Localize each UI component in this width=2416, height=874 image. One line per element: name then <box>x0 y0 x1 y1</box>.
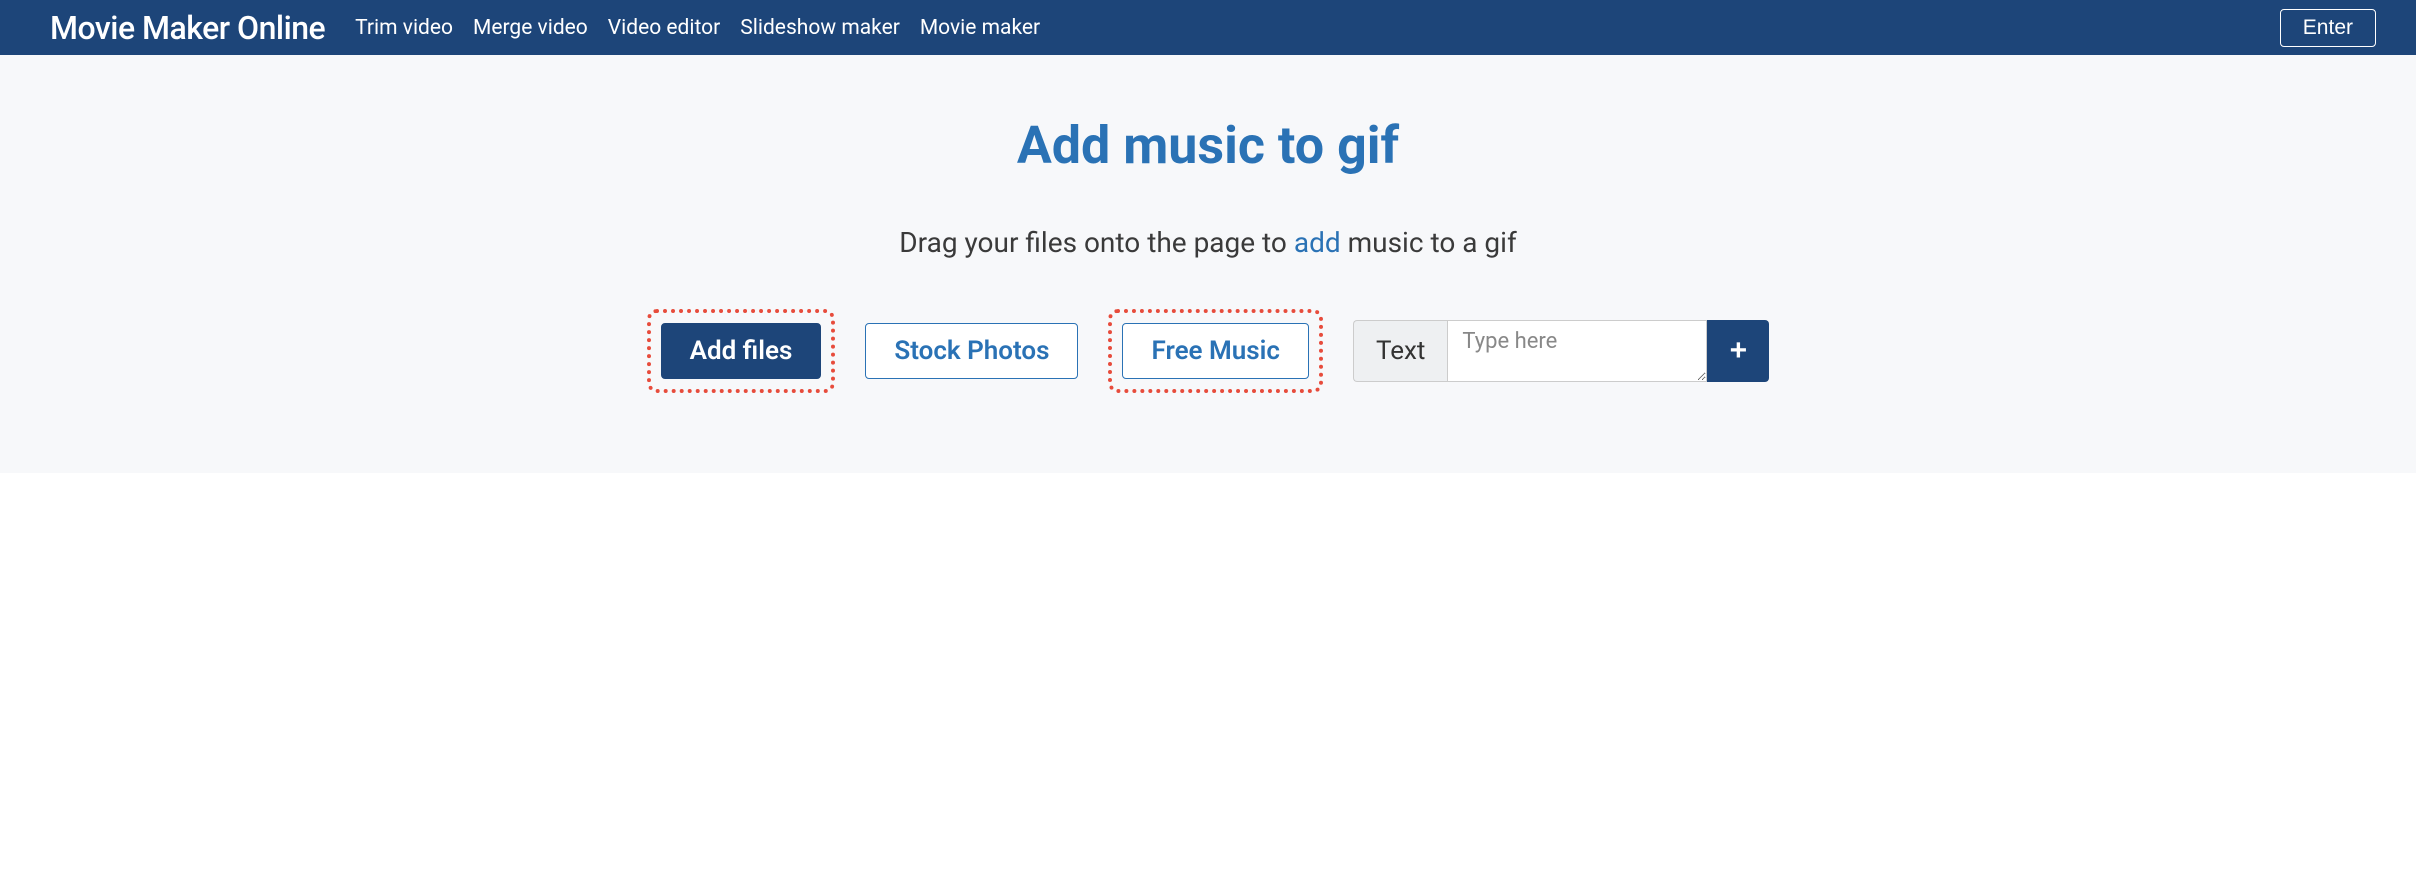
subtitle-pre: Drag your files onto the page to <box>899 226 1294 259</box>
plus-icon: + <box>1730 334 1748 368</box>
text-label: Text <box>1353 320 1447 382</box>
subtitle-post: music to a gif <box>1341 226 1517 259</box>
nav-slideshow-maker[interactable]: Slideshow maker <box>740 16 900 40</box>
free-music-button[interactable]: Free Music <box>1122 323 1308 379</box>
brand-logo[interactable]: Movie Maker Online <box>50 9 325 47</box>
free-music-highlight: Free Music <box>1108 309 1322 393</box>
text-input-group: Text + <box>1353 320 1769 382</box>
stock-photos-button[interactable]: Stock Photos <box>865 323 1078 379</box>
page-title: Add music to gif <box>0 115 2416 176</box>
hero-section: Add music to gif Drag your files onto th… <box>0 55 2416 474</box>
enter-button[interactable]: Enter <box>2280 9 2376 47</box>
nav-video-editor[interactable]: Video editor <box>608 16 721 40</box>
add-link[interactable]: add <box>1294 226 1341 259</box>
text-input[interactable] <box>1447 320 1707 382</box>
add-files-highlight: Add files <box>647 309 836 393</box>
content-area <box>0 474 2416 874</box>
controls-row: Add files Stock Photos Free Music Text + <box>0 309 2416 393</box>
subtitle: Drag your files onto the page to add mus… <box>0 226 2416 259</box>
navbar: Movie Maker Online Trim video Merge vide… <box>0 0 2416 55</box>
nav-merge-video[interactable]: Merge video <box>473 16 588 40</box>
nav-links: Trim video Merge video Video editor Slid… <box>355 16 2280 40</box>
add-text-button[interactable]: + <box>1707 320 1769 382</box>
add-files-button[interactable]: Add files <box>661 323 822 379</box>
nav-trim-video[interactable]: Trim video <box>355 16 453 40</box>
nav-movie-maker[interactable]: Movie maker <box>920 16 1040 40</box>
